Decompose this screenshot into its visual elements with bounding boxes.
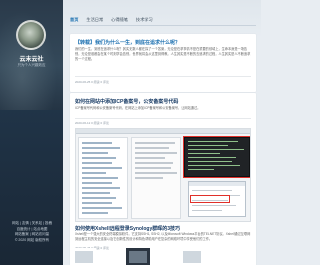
post-thumbnail[interactable] bbox=[75, 128, 251, 222]
top-nav: 首页 生活日常 心得随笔 技术学习 bbox=[63, 0, 261, 38]
nav-item-home[interactable]: 首页 bbox=[70, 17, 78, 23]
file-tree-pane bbox=[78, 137, 128, 219]
post-card: 【转载】我们为什么一生，到底在追求什么呢？ 我们的一生，到底在追求什么呢？其实无… bbox=[70, 34, 256, 92]
post-divider bbox=[75, 76, 251, 77]
nav-menu: 首页 生活日常 心得随笔 技术学习 bbox=[70, 16, 153, 24]
site-description: 只为个人兴趣效应 bbox=[17, 63, 46, 67]
post-thumbnail-row bbox=[70, 248, 256, 265]
nav-item-tech[interactable]: 技术学习 bbox=[136, 17, 153, 23]
post-meta: 2020-06-25 0 阅读 0 评论 bbox=[75, 80, 110, 84]
sidebar-link-row[interactable]: 网站 | 友情 | 关系站 | 投稿 bbox=[4, 221, 60, 227]
post-thumbnail[interactable] bbox=[126, 248, 150, 265]
post-divider bbox=[75, 118, 251, 119]
site-name[interactable]: 云末云社 bbox=[0, 54, 63, 63]
post-title[interactable]: 如何使用Xshell远程登录Synology群晖的3技巧 bbox=[75, 225, 180, 232]
post-title[interactable]: 【转载】我们为什么一生，到底在追求什么呢？ bbox=[75, 39, 180, 46]
copyright-text: © 2020 网站 版权所有 bbox=[14, 237, 50, 242]
post-thumbnail[interactable] bbox=[72, 248, 96, 265]
highlight-box bbox=[190, 195, 230, 203]
post-card: 如何在网站中添加ICP备案号，公安备案号代码 ICP备案号代码和公安备案号代码，… bbox=[70, 93, 256, 265]
post-thumbnail[interactable] bbox=[180, 248, 204, 265]
post-excerpt: ICP备案号代码和公安备案号代码，在网站上添加ICP备案号和公安备案号，让网站通… bbox=[75, 106, 201, 110]
post-excerpt: Xshell是一个强大的安全终端模拟软件，它支持SSH1, SSH2, 以及Mi… bbox=[75, 232, 251, 241]
dialog-titlebar bbox=[189, 182, 245, 186]
list-pane bbox=[131, 137, 181, 219]
highlight-box bbox=[183, 136, 250, 178]
nav-item-notes[interactable]: 心得随笔 bbox=[111, 17, 128, 23]
post-title[interactable]: 如何在网站中添加ICP备案号，公安备案号代码 bbox=[75, 98, 178, 105]
nav-item-life[interactable]: 生活日常 bbox=[86, 17, 103, 23]
sidebar-footer-links: 网站 | 友情 | 关系站 | 投稿 百度统计 | 站点地图 网站备案 | 网站… bbox=[4, 221, 60, 243]
nav-divider bbox=[70, 25, 256, 26]
sidebar: 云末云社 只为个人兴趣效应 网站 | 友情 | 关系站 | 投稿 百度统计 | … bbox=[0, 0, 63, 265]
post-excerpt: 我们的一生，到底在追求什么呢？其实无数人都在探了一个答案，无论是在求事情不是在重… bbox=[75, 47, 251, 61]
post-meta: 2020-06-12 0 阅读 0 评论 bbox=[75, 121, 110, 125]
window-titlebar bbox=[76, 129, 250, 134]
avatar[interactable] bbox=[16, 20, 46, 50]
